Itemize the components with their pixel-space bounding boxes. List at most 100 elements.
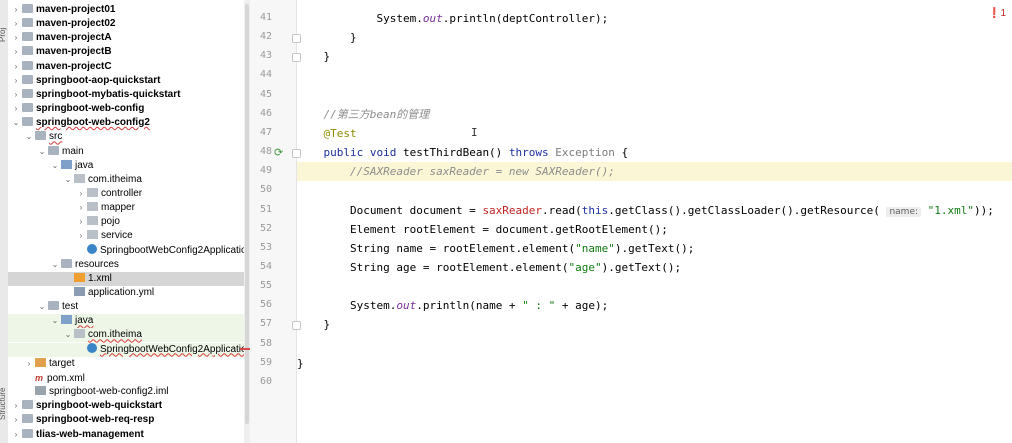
code-line[interactable]: String age = rootElement.element("age").…: [297, 258, 1012, 277]
chevron-right-icon[interactable]: ›: [12, 399, 20, 413]
chevron-right-icon[interactable]: ›: [12, 88, 20, 102]
code-line[interactable]: [297, 181, 1012, 200]
chevron-right-icon[interactable]: ›: [12, 428, 20, 442]
chevron-down-icon[interactable]: ⌄: [38, 300, 46, 314]
chevron-down-icon[interactable]: ⌄: [51, 258, 59, 272]
tree-node[interactable]: › springboot-mybatis-quickstart: [8, 88, 250, 102]
chevron-right-icon[interactable]: ›: [77, 201, 85, 215]
chevron-down-icon[interactable]: ⌄: [25, 130, 33, 144]
code-line[interactable]: Document document = saxReader.read(this.…: [297, 201, 1012, 220]
fold-marker-icon[interactable]: [292, 53, 301, 63]
chevron-right-icon[interactable]: ›: [77, 215, 85, 229]
code-line[interactable]: public void testThirdBean() throws Excep…: [297, 143, 1012, 162]
line-number: 55: [259, 280, 272, 292]
tree-node[interactable]: › maven-projectC: [8, 60, 250, 74]
chevron-right-icon[interactable]: ›: [12, 74, 20, 88]
chevron-right-icon[interactable]: ›: [77, 229, 85, 243]
tree-node[interactable]: application.yml: [8, 286, 250, 300]
tree-node-label: maven-project01: [36, 4, 116, 15]
tree-node[interactable]: › target: [8, 357, 250, 371]
tree-node[interactable]: ⌄ springboot-web-config2: [8, 116, 250, 130]
code-line[interactable]: //第三方bean的管理: [297, 105, 1012, 124]
tree-node-label: maven-project02: [36, 18, 116, 30]
tree-node[interactable]: SpringbootWebConfig2ApplicationT: [8, 342, 250, 357]
chevron-right-icon[interactable]: ›: [12, 31, 20, 45]
run-test-icon[interactable]: ⟳: [274, 146, 283, 159]
chevron-right-icon[interactable]: ›: [12, 3, 20, 17]
tree-node[interactable]: › springboot-web-config: [8, 102, 250, 116]
code-line[interactable]: [297, 86, 1012, 105]
code-line[interactable]: }: [297, 28, 1012, 47]
tree-node[interactable]: › maven-projectB: [8, 45, 250, 59]
chevron-down-icon[interactable]: ⌄: [51, 159, 59, 173]
line-number: 45: [259, 88, 272, 100]
chevron-down-icon[interactable]: ⌄: [51, 314, 59, 328]
tree-node[interactable]: ⌄ com.itheima: [8, 173, 250, 187]
code-line[interactable]: }: [297, 47, 1012, 66]
tree-node[interactable]: › service: [8, 229, 250, 243]
code-line[interactable]: [297, 66, 1012, 85]
chevron-right-icon[interactable]: ›: [77, 187, 85, 201]
project-scrollbar-thumb[interactable]: [245, 4, 249, 424]
line-number: 60: [259, 375, 272, 387]
code-line[interactable]: }: [297, 315, 1012, 334]
code-line[interactable]: [297, 373, 1012, 392]
chevron-down-icon[interactable]: ⌄: [12, 116, 20, 130]
code-line[interactable]: //SAXReader saxReader = new SAXReader();: [297, 162, 1012, 182]
code-line[interactable]: System.out.println(name + " : " + age);: [297, 296, 1012, 315]
code-line[interactable]: System.out.println(deptController);: [297, 9, 1012, 28]
code-line[interactable]: @Test: [297, 124, 1012, 143]
chevron-right-icon[interactable]: ›: [12, 17, 20, 31]
fold-marker-icon[interactable]: [292, 149, 301, 159]
line-number: 46: [259, 107, 272, 119]
tree-node[interactable]: › maven-project02: [8, 17, 250, 31]
fold-marker-icon[interactable]: [292, 321, 301, 331]
tree-node[interactable]: 1.xml: [8, 271, 250, 286]
inspection-warning-badge[interactable]: ❗1: [988, 8, 1006, 19]
tree-node[interactable]: ⌄ test: [8, 300, 250, 314]
tree-node[interactable]: › springboot-aop-quickstart: [8, 74, 250, 88]
tree-node[interactable]: springboot-web-config2.iml: [8, 385, 250, 399]
folder-icon: [61, 258, 72, 268]
tree-node[interactable]: ⌄ main: [8, 145, 250, 159]
tree-node[interactable]: › springboot-web-quickstart: [8, 399, 250, 413]
folder-icon: [35, 131, 46, 141]
tree-node[interactable]: › controller: [8, 187, 250, 201]
tree-node[interactable]: ⌄ src: [8, 130, 250, 144]
code-line[interactable]: [297, 335, 1012, 354]
chevron-down-icon[interactable]: ⌄: [64, 173, 72, 187]
tree-node[interactable]: › mapper: [8, 201, 250, 215]
code-line[interactable]: [297, 277, 1012, 296]
tree-node[interactable]: SpringbootWebConfig2Application: [8, 243, 250, 258]
tree-node-label: target: [49, 357, 75, 369]
chevron-right-icon[interactable]: ›: [12, 413, 20, 427]
chevron-right-icon[interactable]: ›: [12, 102, 20, 116]
tree-node-label: com.itheima: [88, 329, 142, 341]
tree-node[interactable]: ⌄ resources: [8, 258, 250, 272]
tree-node[interactable]: › maven-projectA: [8, 31, 250, 45]
tree-node[interactable]: m pom.xml: [8, 371, 250, 385]
tree-node[interactable]: › tlias-web-management: [8, 428, 250, 442]
chevron-down-icon[interactable]: ⌄: [64, 328, 72, 342]
code-line[interactable]: String name = rootElement.element("name"…: [297, 239, 1012, 258]
tree-node[interactable]: › pojo: [8, 215, 250, 229]
fold-marker-icon[interactable]: [292, 34, 301, 44]
chevron-right-icon[interactable]: ›: [12, 45, 20, 59]
tree-node[interactable]: › springboot-web-req-resp: [8, 413, 250, 427]
code-line[interactable]: Element rootElement = document.getRootEl…: [297, 220, 1012, 239]
line-number: 54: [259, 260, 272, 272]
line-number: 51: [259, 203, 272, 215]
code-editor[interactable]: System.out.println(deptController); } } …: [297, 0, 1012, 443]
folder-icon: [22, 74, 33, 84]
tree-node[interactable]: › maven-project01: [8, 3, 250, 17]
chevron-right-icon[interactable]: ›: [25, 357, 33, 371]
source-folder-icon: [61, 159, 72, 169]
chevron-down-icon[interactable]: ⌄: [38, 145, 46, 159]
class-icon: [87, 342, 97, 353]
chevron-right-icon[interactable]: ›: [12, 60, 20, 74]
tree-node[interactable]: ⌄ java: [8, 314, 250, 329]
line-number: 41: [259, 12, 272, 23]
tree-node[interactable]: ⌄ java: [8, 159, 250, 173]
code-line[interactable]: }: [297, 354, 1012, 373]
tree-node[interactable]: ⌄ com.itheima: [8, 328, 250, 343]
